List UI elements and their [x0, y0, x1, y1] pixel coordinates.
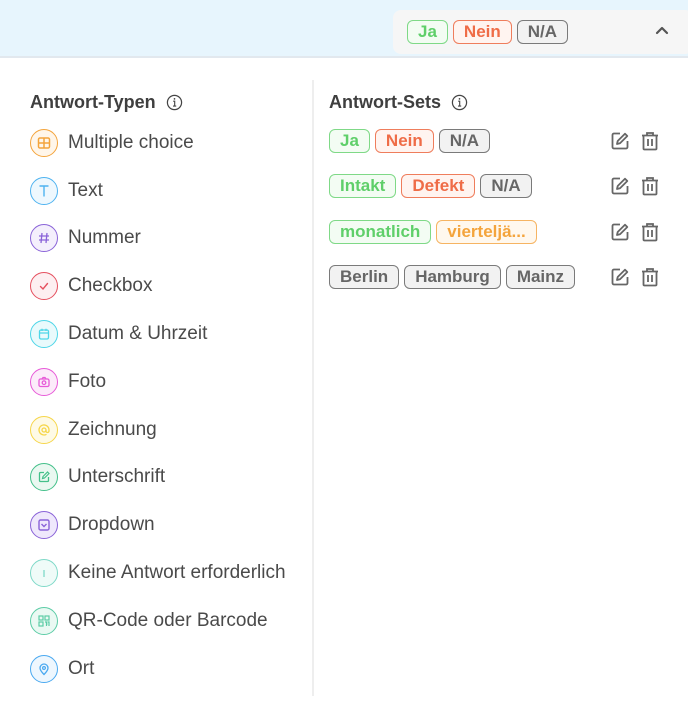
- answer-type-item[interactable]: Checkbox: [30, 262, 312, 310]
- edit-icon[interactable]: [609, 266, 631, 288]
- info-icon[interactable]: [166, 94, 183, 111]
- hash-icon: [30, 224, 58, 253]
- section-title: Antwort-Typen: [30, 91, 156, 112]
- answer-types-panel: Antwort-Typen Multiple choice Text Nummer C…: [30, 88, 312, 693]
- answer-types-list: Multiple choice Text Nummer Checkbox Datum &…: [30, 119, 312, 693]
- edit-icon[interactable]: [609, 130, 631, 152]
- tag: Ja: [407, 20, 448, 44]
- tag: N/A: [480, 174, 532, 199]
- answer-set-actions: [609, 209, 669, 255]
- tag: Intakt: [329, 174, 397, 199]
- answer-set-actions: [609, 118, 669, 164]
- answer-set-row[interactable]: Berlin Hamburg Mainz: [329, 255, 669, 301]
- answer-set-tags: Ja Nein N/A: [329, 128, 495, 153]
- dropdown-icon: [30, 511, 58, 540]
- trash-icon[interactable]: [639, 175, 661, 197]
- answer-type-label: Datum & Uhrzeit: [68, 323, 208, 345]
- grid-icon: [30, 128, 58, 157]
- tag: Ja: [329, 128, 370, 153]
- trash-icon[interactable]: [639, 221, 661, 243]
- trash-icon[interactable]: [639, 266, 661, 288]
- answer-types-header: Antwort-Typen: [30, 88, 312, 116]
- answer-type-item[interactable]: QR-Code oder Barcode: [30, 597, 312, 645]
- answer-type-item[interactable]: Multiple choice: [30, 119, 312, 167]
- answer-type-label: Checkbox: [68, 275, 153, 297]
- calendar-icon: [30, 320, 58, 349]
- answer-type-label: Ort: [68, 657, 95, 679]
- trash-icon[interactable]: [639, 130, 661, 152]
- answer-set-tags: Berlin Hamburg Mainz: [329, 265, 580, 290]
- camera-icon: [30, 367, 58, 396]
- tag: Berlin: [329, 265, 400, 290]
- answer-type-label: Text: [68, 179, 103, 201]
- answer-type-item[interactable]: Datum & Uhrzeit: [30, 310, 312, 358]
- chevron-up-icon[interactable]: [653, 22, 671, 40]
- at-icon: [30, 415, 58, 444]
- signature-icon: [30, 463, 58, 492]
- top-bar: Ja Nein N/A: [0, 0, 688, 58]
- info-icon[interactable]: [451, 94, 468, 111]
- qr-code-icon: [30, 606, 58, 635]
- answer-type-item[interactable]: Dropdown: [30, 501, 312, 549]
- answer-sets-header: Antwort-Sets: [329, 88, 669, 116]
- answer-type-item[interactable]: Zeichnung: [30, 406, 312, 454]
- answer-type-item[interactable]: Text: [30, 167, 312, 215]
- tag: vierteljä...: [436, 219, 537, 244]
- answer-set-row[interactable]: Ja Nein N/A: [329, 118, 669, 164]
- info-icon: [30, 559, 58, 588]
- tag: Nein: [452, 20, 512, 44]
- answer-type-label: Unterschrift: [68, 466, 166, 488]
- answer-type-label: Dropdown: [68, 514, 155, 536]
- answer-set-row[interactable]: monatlich vierteljä...: [329, 209, 669, 255]
- answer-type-item[interactable]: Nummer: [30, 215, 312, 263]
- tag: N/A: [438, 128, 491, 153]
- edit-icon[interactable]: [609, 175, 631, 197]
- answer-set-actions: [609, 255, 669, 301]
- answer-type-label: Zeichnung: [68, 418, 157, 440]
- answer-type-label: Keine Antwort erforderlich: [68, 562, 286, 584]
- panel-divider: [312, 80, 314, 696]
- answer-type-label: Multiple choice: [68, 131, 194, 153]
- answer-type-item[interactable]: Unterschrift: [30, 454, 312, 502]
- answer-set-tags: monatlich vierteljä...: [329, 219, 542, 244]
- answer-sets-panel: Antwort-Sets Ja Nein N/A Intakt Defekt N/A mon…: [329, 88, 669, 300]
- tag: Hamburg: [404, 265, 501, 290]
- check-icon: [30, 272, 58, 301]
- tag: Mainz: [505, 265, 576, 290]
- tag: N/A: [516, 20, 569, 44]
- answer-set-tags: Intakt Defekt N/A: [329, 174, 537, 199]
- text-icon: [30, 176, 58, 205]
- answer-type-label: QR-Code oder Barcode: [68, 609, 268, 631]
- answer-type-item[interactable]: Keine Antwort erforderlich: [30, 549, 312, 597]
- answer-set-actions: [609, 164, 669, 210]
- answer-type-item[interactable]: Foto: [30, 358, 312, 406]
- answer-sets-list: Ja Nein N/A Intakt Defekt N/A monatlich viertel…: [329, 118, 669, 300]
- answer-type-label: Foto: [68, 370, 107, 392]
- tag: monatlich: [329, 219, 432, 244]
- section-title: Antwort-Sets: [329, 91, 441, 112]
- answer-type-label: Nummer: [68, 227, 141, 249]
- answer-set-row[interactable]: Intakt Defekt N/A: [329, 164, 669, 210]
- tag: Defekt: [401, 174, 476, 199]
- tag: Nein: [374, 128, 434, 153]
- edit-icon[interactable]: [609, 221, 631, 243]
- answer-type-item[interactable]: Ort: [30, 645, 312, 693]
- answer-set-selector[interactable]: Ja Nein N/A: [393, 10, 688, 54]
- location-pin-icon: [30, 654, 58, 683]
